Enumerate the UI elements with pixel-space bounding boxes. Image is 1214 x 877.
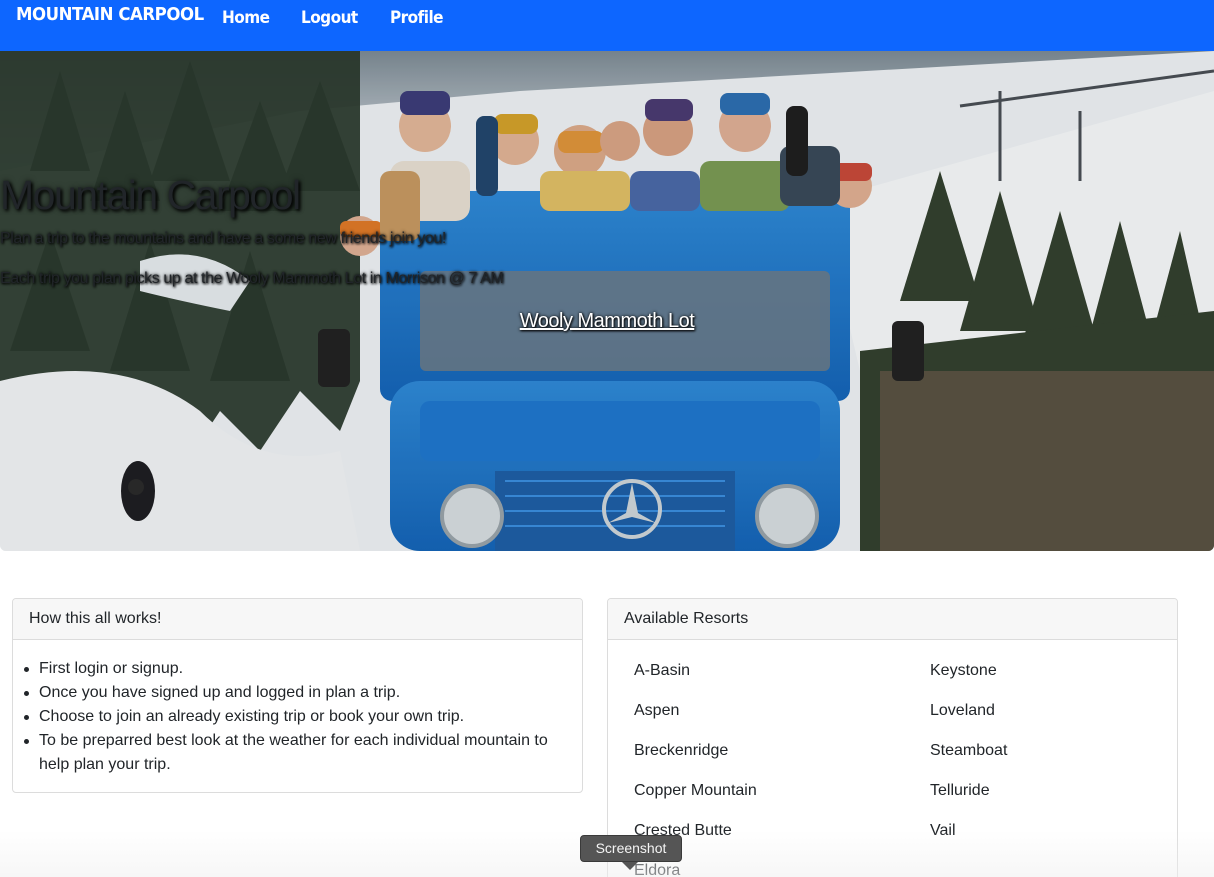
nav-home-link[interactable]: Home (222, 8, 270, 28)
resort-item[interactable]: Telluride (930, 771, 1150, 811)
list-item: First login or signup. (24, 657, 562, 681)
nav-links: Home Logout Profile (222, 8, 475, 28)
tooltip-arrow (622, 862, 638, 870)
how-it-works-header: How this all works! (13, 599, 582, 640)
navbar: MOUNTAIN CARPOOL Home Logout Profile (0, 0, 1214, 51)
brand-link[interactable]: MOUNTAIN CARPOOL (16, 4, 204, 25)
resort-list: A-Basin Keystone Aspen Loveland Breckenr… (634, 651, 1154, 877)
resort-item[interactable]: Steamboat (930, 731, 1150, 771)
list-item: To be preparred best look at the weather… (24, 729, 562, 777)
how-it-works-card: How this all works! First login or signu… (12, 598, 583, 793)
nav-logout-link[interactable]: Logout (301, 8, 358, 28)
hero-link-wrap: Wooly Mammoth Lot (0, 310, 1214, 333)
how-it-works-list: First login or signup. Once you have sig… (13, 640, 582, 777)
available-resorts-header: Available Resorts (608, 599, 1177, 640)
wooly-mammoth-lot-link[interactable]: Wooly Mammoth Lot (520, 310, 695, 332)
list-item: Once you have signed up and logged in pl… (24, 681, 562, 705)
nav-profile-link[interactable]: Profile (390, 8, 444, 28)
screenshot-tooltip: Screenshot (580, 835, 682, 862)
hero-banner: Mountain Carpool Plan a trip to the moun… (0, 51, 1214, 551)
resort-item[interactable]: Keystone (930, 651, 1150, 691)
available-resorts-card: Available Resorts A-Basin Keystone Aspen… (607, 598, 1178, 877)
hero-photo (0, 51, 1214, 551)
hero-title: Mountain Carpool (0, 172, 301, 218)
hero-pickup-info: Each trip you plan picks up at the Wooly… (0, 270, 504, 287)
resort-item[interactable]: Vail (930, 811, 1150, 851)
resort-item[interactable]: Copper Mountain (634, 771, 930, 811)
hero-subtitle: Plan a trip to the mountains and have a … (0, 230, 446, 247)
resort-item[interactable]: Aspen (634, 691, 930, 731)
list-item: Choose to join an already existing trip … (24, 705, 562, 729)
resort-item[interactable]: Loveland (930, 691, 1150, 731)
resort-item[interactable]: Breckenridge (634, 731, 930, 771)
resort-item[interactable]: A-Basin (634, 651, 930, 691)
